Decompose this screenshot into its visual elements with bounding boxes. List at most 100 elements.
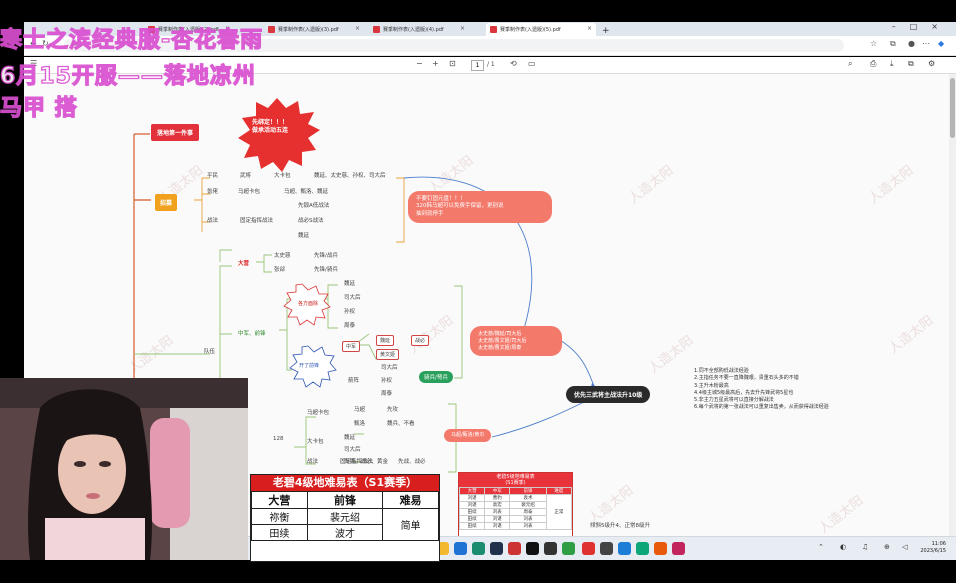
steam-icon[interactable] <box>490 542 503 555</box>
save-icon[interactable]: ⤓ <box>890 59 894 69</box>
app-icon[interactable] <box>508 542 521 555</box>
print-icon[interactable]: ⎙ <box>870 59 876 69</box>
tray-app-icon[interactable]: ♫ <box>862 543 868 551</box>
table-cell: 大营 <box>251 491 308 509</box>
close-tab-icon[interactable]: × <box>460 25 465 32</box>
starburst-shape <box>238 98 320 172</box>
lower-row: 大卡包 <box>307 439 324 445</box>
overlay-note: 马甲 搭 <box>0 96 78 121</box>
pill-lineup: 太史慈/魏延/司大后 太史慈/曹文姬/司大后 太史慈/曹文姬/周泰 <box>470 326 562 357</box>
maximize-icon[interactable]: □ <box>910 22 932 31</box>
box-huangwenji: 黄文姬 <box>376 349 400 360</box>
tray-app-icon[interactable]: ◐ <box>840 543 846 551</box>
recruit-row-label: 马超卡包 <box>238 189 261 195</box>
box-weiyan: 魏延 <box>376 335 395 346</box>
new-tab-icon[interactable]: + <box>599 23 613 36</box>
close-tab-icon[interactable]: × <box>355 25 360 32</box>
fit-page-icon[interactable]: ⊡ <box>449 59 456 68</box>
app-icon[interactable] <box>654 542 667 555</box>
pdf-scrollbar[interactable] <box>949 74 956 536</box>
page-number-input[interactable]: 1 <box>471 60 484 71</box>
wechat-icon[interactable] <box>562 542 575 555</box>
mail-icon[interactable] <box>454 542 467 555</box>
save-as-icon[interactable]: ⧉ <box>908 59 914 69</box>
camp-row: 先锋/战兵 <box>314 253 338 259</box>
recruit-row-label: 大卡包 <box>274 173 291 179</box>
pdf-file-icon <box>490 26 497 33</box>
lower-row: 先攻 <box>387 407 399 413</box>
screen: 赛季制作表(入遗版)(2).pdf × 赛季制作表(入遗版)(3).pdf × … <box>0 0 956 583</box>
close-window-icon[interactable]: × <box>931 22 952 31</box>
rotate-icon[interactable]: ⟲ <box>510 59 517 68</box>
sub-list-item: 司大后 <box>381 365 398 371</box>
table-cell: 刘表 <box>509 522 547 530</box>
table1-title: 老碧4级地难易表（S1赛季） <box>251 475 439 491</box>
app-icon[interactable] <box>526 542 539 555</box>
table-cell: 刘谌 <box>484 515 511 523</box>
search-pdf-icon[interactable]: ⌕ <box>848 59 852 69</box>
table-cell: 大营 <box>458 487 486 495</box>
recruit-row-label: 魏延、太史慈、孙权、司大后 <box>314 173 386 179</box>
app-icon[interactable] <box>636 542 649 555</box>
overlay-title: 寒士之滨经典服-杏花春雨 <box>0 28 264 53</box>
clock-time: 11:06 <box>931 541 946 547</box>
table-row: 祢衡 裴元绍 简单 <box>251 508 439 541</box>
more-icon[interactable]: ⚙ <box>928 59 935 68</box>
table-cell: 周泰 <box>509 508 547 516</box>
close-tab-icon[interactable]: × <box>587 25 592 32</box>
mid-label: 中军、前锋 <box>238 331 266 337</box>
taskbar-clock[interactable]: 11:06 2023/6/15 <box>920 541 946 555</box>
table-cell: 袁宏 <box>484 501 511 509</box>
table-cell: 田续 <box>458 515 486 523</box>
volume-icon[interactable]: ◁ <box>902 543 907 551</box>
camp-row: 太史慈 <box>274 253 291 259</box>
table-cell: 刘表 <box>509 515 547 523</box>
difficulty-table-lv5: 老碧5级地难易表 (S1赛季) 大营 中军 前锋 难度 刘谌 曹豹 袁术 正常 … <box>458 472 573 542</box>
recruit-row-label: 氪佬 <box>207 189 219 195</box>
table-cell: 难易 <box>382 491 439 509</box>
recruit-row-label: 固定指挥战法 <box>240 218 274 224</box>
edge-icon[interactable] <box>472 542 485 555</box>
app-icon[interactable] <box>672 542 685 555</box>
table-cell: 中军 <box>484 487 511 495</box>
table-cell: 难度 <box>545 487 573 495</box>
table-cell: 田续 <box>251 524 308 541</box>
table-cell: 曹豹 <box>484 494 511 502</box>
recruit-row-label: 先锻A低战法 <box>298 203 330 209</box>
mid-list-item: 周泰 <box>344 323 356 329</box>
camp-row: 先锋/骑兵 <box>314 267 338 273</box>
recruit-row-label: 战法 <box>207 218 219 224</box>
archer-label: 箭阵 <box>348 378 360 384</box>
webcam-overlay <box>0 378 248 560</box>
browser-tab[interactable]: 赛季制作表(入遗版)(3).pdf × <box>264 23 364 36</box>
page-view-icon[interactable]: ▭ <box>528 59 536 68</box>
app-icon[interactable] <box>600 542 613 555</box>
copilot-icon[interactable]: ◆ <box>938 39 944 48</box>
network-icon[interactable]: ⊕ <box>884 543 890 551</box>
zoom-out-icon[interactable]: − <box>416 59 423 68</box>
extensions-icon[interactable]: ⧉ <box>890 39 896 49</box>
browser-tab[interactable]: 赛季制作表(入遗版)(4).pdf × <box>369 23 469 36</box>
table-cell: 刘谌 <box>458 494 486 502</box>
node-recruit: 招募 <box>155 194 178 211</box>
app-icon[interactable] <box>618 542 631 555</box>
app-icon[interactable] <box>544 542 557 555</box>
star-icon[interactable]: ☆ <box>870 39 877 48</box>
camp-label: 大营 <box>238 261 250 267</box>
table-cell: 裴元绍 <box>306 508 384 525</box>
table-cell: 刘表 <box>484 508 511 516</box>
minimize-icon[interactable]: – <box>892 22 910 31</box>
node-priority: 优先三武将主战法升10级 <box>566 386 651 403</box>
overlay-subtitle: 6月15开服——落地凉州 <box>0 64 256 89</box>
scroll-thumb[interactable] <box>950 78 955 138</box>
app-icon[interactable] <box>582 542 595 555</box>
bottom-note: 倾斜5级升4、正常8级升 <box>590 523 650 529</box>
mid-list-item: 魏延 <box>344 281 356 287</box>
menu-icon[interactable]: ⋯ <box>922 39 930 48</box>
zoom-in-icon[interactable]: + <box>432 59 439 68</box>
profile-icon[interactable]: ● <box>908 39 915 48</box>
lower-row: 司大后 <box>344 447 361 453</box>
tray-chevron-icon[interactable]: ⌃ <box>818 543 824 551</box>
tips-list: 1.同不全部购低战法经验 2.主指任务不要一直降魏艰，贵重石头多的不错 3.主升… <box>694 368 829 412</box>
browser-tab-active[interactable]: 赛季制作表(入遗版)(5).pdf × <box>486 23 596 36</box>
